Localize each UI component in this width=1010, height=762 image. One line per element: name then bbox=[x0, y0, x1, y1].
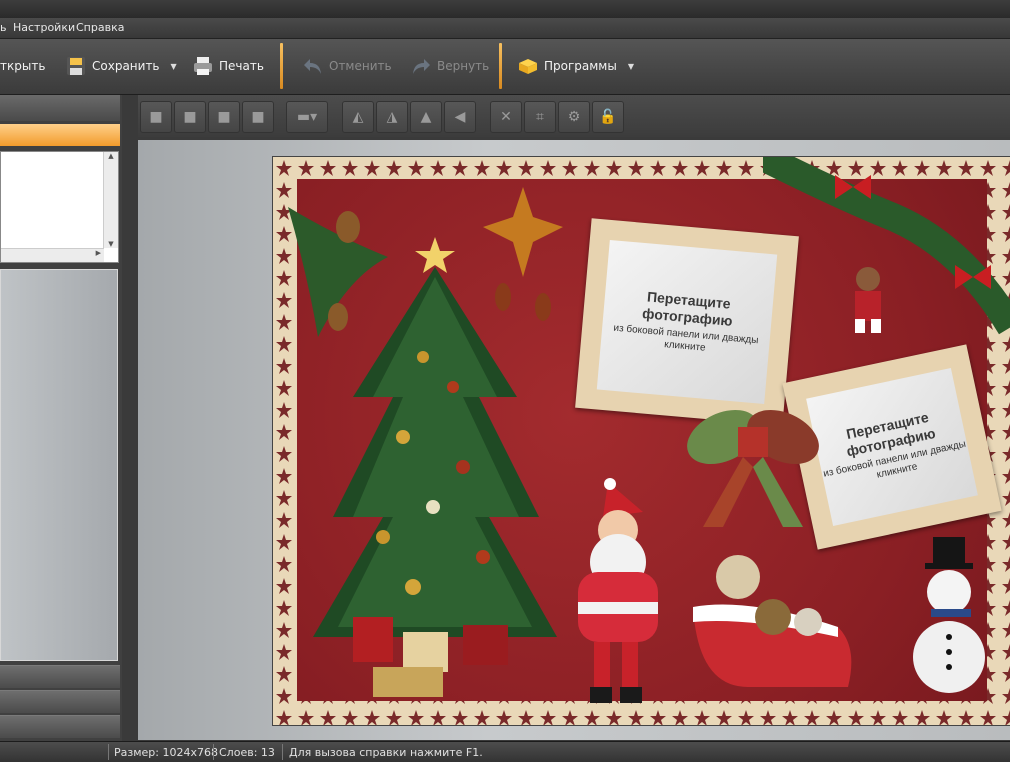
status-hint: Для вызова справки нажмите F1. bbox=[289, 746, 483, 759]
programs-label: Программы bbox=[544, 59, 617, 73]
print-button[interactable]: Печать bbox=[192, 49, 264, 83]
open-label: ткрыть bbox=[0, 59, 46, 73]
open-button[interactable]: ткрыть bbox=[0, 49, 45, 83]
hanging-ornament-image bbox=[483, 187, 563, 321]
photo-placeholder[interactable]: Перетащите фотографию из боковой панели … bbox=[596, 239, 778, 405]
status-divider bbox=[213, 744, 214, 760]
redo-icon bbox=[413, 59, 430, 74]
status-bar: Размер: 1024x768 Слоев: 13 Для вызова сп… bbox=[0, 741, 1010, 762]
bring-to-front-icon[interactable]: ■ bbox=[140, 101, 172, 133]
bring-forward-icon[interactable]: ■ bbox=[174, 101, 206, 133]
photo-placeholder[interactable]: Перетащите фотографию из боковой панели … bbox=[806, 368, 978, 526]
programs-button[interactable]: Программы ▼ bbox=[517, 49, 634, 83]
snowman-image bbox=[913, 537, 985, 693]
print-label: Печать bbox=[219, 59, 264, 73]
status-size: Размер: 1024x768 bbox=[114, 746, 218, 759]
settings-icon[interactable]: ⚙ bbox=[558, 101, 590, 133]
santa-figure-image bbox=[578, 478, 658, 703]
menu-file[interactable]: ь bbox=[0, 21, 6, 34]
status-layers: Слоев: 13 bbox=[219, 746, 275, 759]
main-toolbar: ткрыть Сохранить ▼ Печать Отменить Верну… bbox=[0, 39, 1010, 95]
menu-help[interactable]: Справка bbox=[76, 21, 124, 34]
redo-button[interactable]: Вернуть bbox=[410, 49, 489, 83]
postcard-canvas[interactable]: Перетащите фотографию из боковой панели … bbox=[272, 156, 1010, 726]
plaid-bow-image bbox=[687, 409, 819, 527]
panel-list[interactable]: ▲ ▼ ▶ bbox=[0, 151, 119, 263]
rotate-right-icon[interactable]: ◮ bbox=[376, 101, 408, 133]
title-bar bbox=[0, 0, 1010, 18]
printer-icon bbox=[194, 57, 212, 75]
scroll-right-icon[interactable]: ▶ bbox=[96, 249, 101, 257]
edit-toolbar: ■ ■ ■ ■ ▬▾ ◭ ◮ ▲ ◀ ✕ ⌗ ⚙ 🔓 bbox=[138, 95, 1010, 137]
menu-bar: ь Настройки Справка bbox=[0, 18, 1010, 39]
horizontal-scrollbar[interactable]: ▶ bbox=[1, 248, 104, 262]
undo-button[interactable]: Отменить bbox=[302, 49, 392, 83]
delete-icon[interactable]: ✕ bbox=[490, 101, 522, 133]
panel-bar[interactable] bbox=[0, 690, 120, 713]
crop-icon[interactable]: ⌗ bbox=[524, 101, 556, 133]
toolbar-separator bbox=[280, 43, 283, 89]
rotate-left-icon[interactable]: ◭ bbox=[342, 101, 374, 133]
left-panel: ▲ ▼ ▶ bbox=[0, 95, 122, 741]
panel-bar[interactable] bbox=[0, 715, 120, 738]
undo-label: Отменить bbox=[329, 59, 392, 73]
status-divider bbox=[108, 744, 109, 760]
flip-vertical-icon[interactable]: ◀ bbox=[444, 101, 476, 133]
toolbar-separator bbox=[499, 43, 502, 89]
redo-label: Вернуть bbox=[437, 59, 490, 73]
menu-settings[interactable]: Настройки bbox=[13, 21, 75, 34]
floppy-icon bbox=[67, 57, 85, 75]
send-backward-icon[interactable]: ■ bbox=[208, 101, 240, 133]
vertical-scrollbar[interactable]: ▲ ▼ bbox=[103, 152, 118, 248]
panel-header[interactable] bbox=[0, 95, 120, 121]
send-to-back-icon[interactable]: ■ bbox=[242, 101, 274, 133]
reindeer-ornament-image bbox=[855, 267, 881, 333]
pine-branch-image bbox=[288, 207, 388, 337]
box-icon bbox=[519, 59, 537, 74]
sleigh-image bbox=[693, 555, 852, 687]
lock-icon[interactable]: 🔓 bbox=[592, 101, 624, 133]
panel-section-active[interactable] bbox=[0, 124, 120, 146]
save-button[interactable]: Сохранить ▼ bbox=[65, 49, 177, 83]
panel-bar[interactable] bbox=[0, 665, 120, 688]
panel-preview-area[interactable] bbox=[0, 269, 118, 661]
scroll-down-icon[interactable]: ▼ bbox=[104, 240, 118, 248]
save-label: Сохранить bbox=[92, 59, 160, 73]
align-icon[interactable]: ▬▾ bbox=[286, 101, 328, 133]
save-dropdown-icon[interactable]: ▼ bbox=[171, 62, 177, 71]
programs-dropdown-icon[interactable]: ▼ bbox=[628, 62, 634, 71]
status-divider bbox=[282, 744, 283, 760]
flip-horizontal-icon[interactable]: ▲ bbox=[410, 101, 442, 133]
scroll-up-icon[interactable]: ▲ bbox=[104, 152, 118, 160]
undo-icon bbox=[304, 59, 321, 74]
